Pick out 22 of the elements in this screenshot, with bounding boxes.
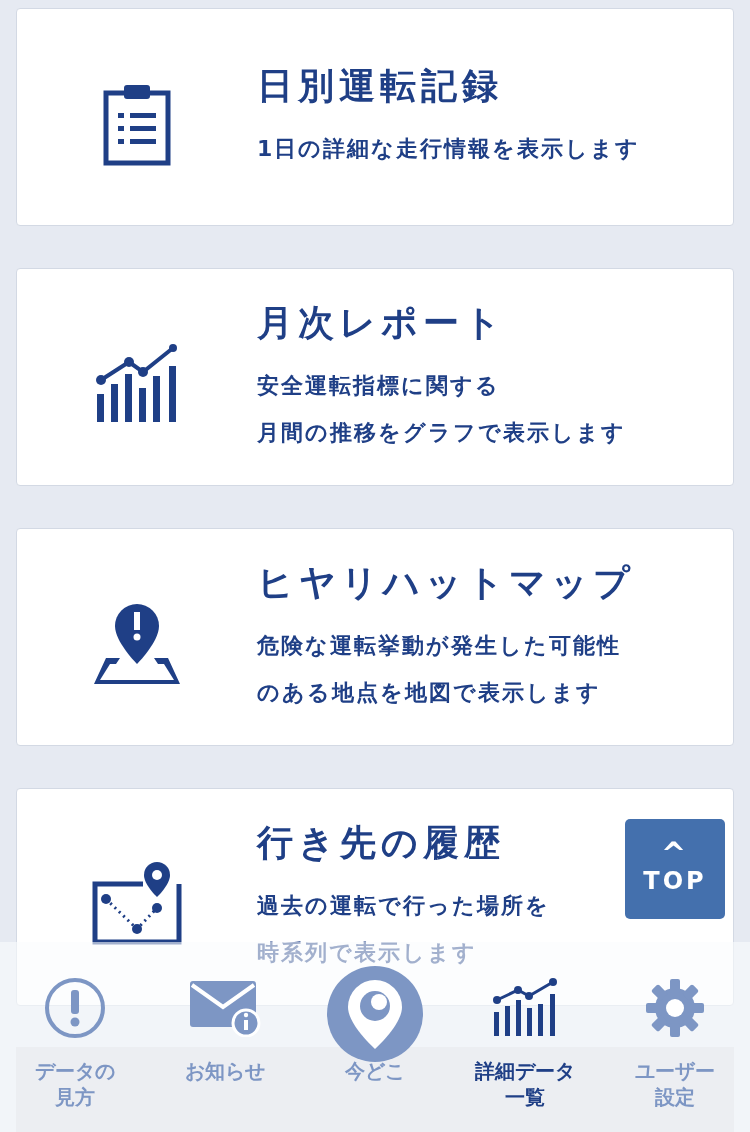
settings-icon [645,978,705,1038]
back-to-top-button[interactable]: ^ TOP [625,819,725,919]
card-description: 1日の詳細な走行情報を表示します [257,135,641,163]
card-title: ヒヤリハットマップ [257,560,635,605]
card-description: のある地点を地図で表示します [257,678,602,707]
card-description: 過去の運転で行った場所を [257,891,550,920]
route-map-icon [91,862,183,946]
card-description: 安全運転指標に関する [257,371,501,400]
chart-icon [492,978,558,1038]
mail-icon [188,979,262,1037]
card-description: 時系列で表示します [257,938,478,967]
menu-card[interactable]: 月次レポート 安全運転指標に関する 月間の推移をグラフで表示します [16,268,734,486]
menu-card[interactable]: ヒヤリハットマップ 危険な運転挙動が発生した可能性 のある地点を地図で表示します [16,528,734,746]
card-title: 月次レポート [257,300,507,345]
chart-icon [95,344,179,424]
menu-card[interactable]: 日別運転記録 1日の詳細な走行情報を表示します [16,8,734,226]
card-title: 行き先の履歴 [257,820,506,865]
map-pin-icon [92,602,182,686]
card-description: 月間の推移をグラフで表示します [257,418,626,447]
card-description: 危険な運転挙動が発生した可能性 [257,631,622,660]
card-title: 日別運転記録 [257,64,504,108]
exclamation-icon [44,977,106,1039]
